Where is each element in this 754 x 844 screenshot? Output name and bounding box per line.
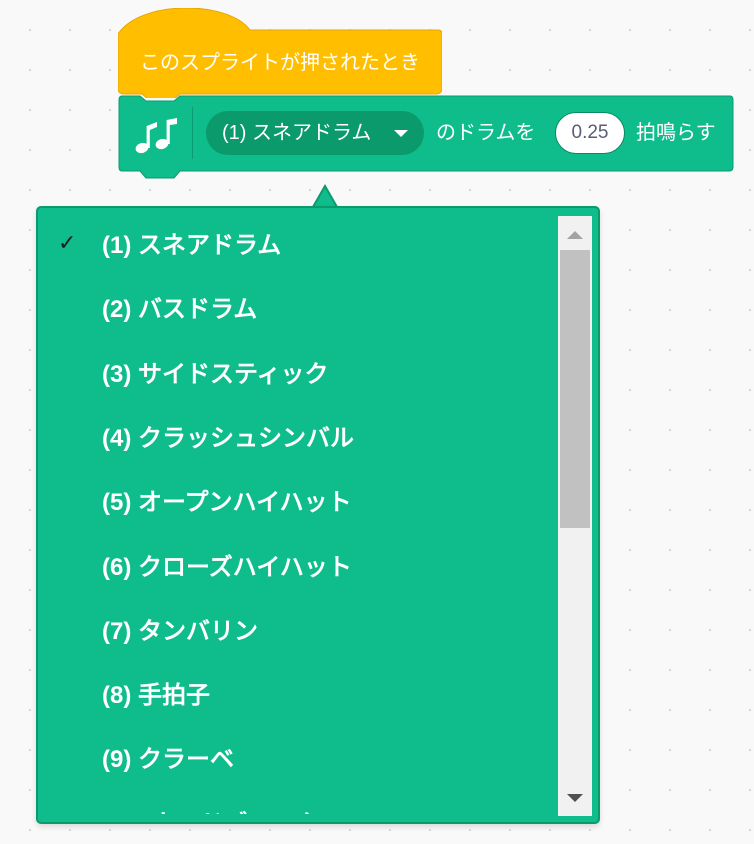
scroll-thumb[interactable]: [560, 250, 590, 528]
drum-block-text-play-beats: 拍鳴らす: [636, 122, 716, 144]
drum-menu-item[interactable]: (6) クローズハイハット: [38, 534, 556, 598]
drum-block-text-of-drum: のドラムを: [436, 122, 536, 144]
drum-menu-item-label: (1) スネアドラム: [102, 232, 282, 259]
drum-menu-item-label: (10) ウッドブロック: [102, 811, 319, 814]
drum-menu-item[interactable]: (9) クラーベ: [38, 726, 556, 790]
chevron-down-icon: [394, 130, 408, 137]
drum-menu-item[interactable]: (4) クラッシュシンバル: [38, 405, 556, 469]
music-notes-icon: [132, 113, 180, 161]
drum-menu-item[interactable]: (8) 手拍子: [38, 662, 556, 726]
scroll-down-arrow-icon[interactable]: [567, 794, 583, 802]
drum-select-dropdown[interactable]: (1) スネアドラム: [206, 111, 424, 155]
drum-menu-item[interactable]: (10) ウッドブロック: [38, 791, 556, 814]
drum-menu-item-label: (4) クラッシュシンバル: [102, 424, 354, 452]
menu-scrollbar[interactable]: [558, 216, 592, 816]
drum-dropdown-menu: ✓ (1) スネアドラム (2) バスドラム (3) サイドスティック (4) クラッシ…: [36, 206, 600, 824]
drum-menu-list[interactable]: ✓ (1) スネアドラム (2) バスドラム (3) サイドスティック (4) クラッシ…: [38, 208, 556, 814]
drum-menu-item[interactable]: (5) オープンハイハット: [38, 469, 556, 533]
drum-menu-item-label: (8) 手拍子: [102, 682, 210, 710]
block-separator: [192, 107, 193, 159]
drum-menu-item[interactable]: ✓ (1) スネアドラム: [38, 212, 556, 276]
checkmark-icon: ✓: [58, 230, 77, 255]
drum-menu-item[interactable]: (3) サイドスティック: [38, 341, 556, 405]
drum-menu-item-label: (3) サイドスティック: [102, 360, 329, 388]
drum-menu-item[interactable]: (2) バスドラム: [38, 276, 556, 340]
when-sprite-clicked-hat-block[interactable]: このスプライトが押されたとき: [118, 8, 442, 98]
play-drum-block[interactable]: (1) スネアドラム のドラムを 0.25 拍鳴らす: [118, 95, 734, 185]
drum-menu-item-label: (9) クラーベ: [102, 746, 234, 774]
hat-block-label: このスプライトが押されたとき: [140, 52, 420, 74]
dropdown-pointer: [295, 184, 355, 208]
scroll-up-arrow-icon[interactable]: [567, 231, 583, 239]
drum-menu-item[interactable]: (7) タンバリン: [38, 598, 556, 662]
drum-select-value: (1) スネアドラム: [222, 122, 372, 144]
beats-input[interactable]: 0.25: [555, 112, 625, 154]
drum-menu-item-label: (6) クローズハイハット: [102, 553, 352, 581]
drum-menu-item-label: (7) タンバリン: [102, 617, 258, 645]
drum-menu-item-label: (5) オープンハイハット: [102, 489, 352, 517]
drum-menu-item-label: (2) バスドラム: [102, 296, 258, 324]
